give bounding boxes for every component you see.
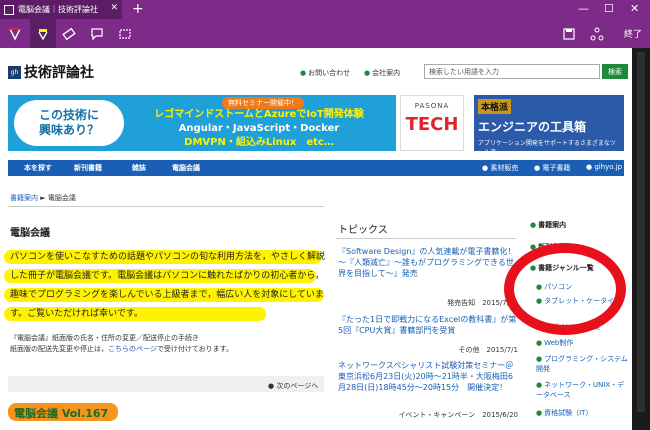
topic-link[interactable]: 『たった1日で即戦力になるExcelの教科書』が第5回『CPU大賞』書籍部門を受…	[338, 314, 518, 336]
browser-tab[interactable]: 電脳会議｜技術評論社 ✕	[0, 0, 122, 19]
genre-web[interactable]: ● Web制作	[536, 338, 630, 348]
main-nav: 本を探す 新刊書籍 雑誌 電脳会議 ● 素材販売 ● 電子書籍 ● gihyo.…	[8, 160, 624, 176]
browser-tab-bar: 電脳会議｜技術評論社 ✕ + — ☐ ✕	[0, 0, 650, 19]
nav-magazines[interactable]: 雑誌	[132, 163, 146, 173]
topic-link[interactable]: ネットワークスペシャリスト試験対策セミナー＠東京浜松6月23日(火)20時～21…	[338, 360, 518, 393]
notice-link[interactable]: こちらのページ	[108, 345, 157, 353]
contact-link[interactable]: ● お問い合わせ	[300, 68, 350, 78]
company-link[interactable]: ● 会社案内	[364, 68, 400, 78]
search-button[interactable]: 検索	[602, 64, 628, 79]
tab-title: 電脳会議｜技術評論社	[18, 5, 98, 14]
favicon-icon	[4, 4, 14, 15]
breadcrumb-current: 電脳会議	[47, 194, 76, 202]
nav-denno-kaigi[interactable]: 電脳会議	[172, 163, 200, 173]
seminar-topics: レゴマインドストームとAzureでIoT開発体験 Angular・JavaScr…	[154, 109, 364, 148]
share-icon[interactable]	[584, 19, 610, 48]
clip-icon[interactable]	[112, 19, 138, 48]
close-tab-icon[interactable]: ✕	[110, 3, 118, 13]
next-page-link[interactable]: ● 次のページへ	[268, 381, 318, 391]
genre-network[interactable]: ● ネットワーク・UNIX・データベース	[536, 380, 630, 400]
logo-mark-icon: gh	[8, 65, 21, 79]
nav-materials[interactable]: ● 素材販売	[482, 163, 518, 173]
seminar-banner[interactable]: この技術に 興味あり？ 無料セミナー開催中！ レゴマインドストームとAzureで…	[8, 95, 396, 151]
topic-meta: その他 2015/7/1	[458, 346, 518, 354]
banner-bubble: この技術に 興味あり？	[14, 100, 124, 146]
topics-heading: トピックス	[338, 225, 388, 236]
genre-programming[interactable]: ● プログラミング・システム開発	[536, 354, 630, 374]
topic-meta: イベント・キャンペーン 2015/6/20	[398, 411, 518, 419]
eraser-icon[interactable]	[56, 19, 82, 48]
logo-name: 技術評論社	[24, 65, 94, 81]
topic-link[interactable]: 『Software Design』の人気連載が電子書籍化！～『人類滅亡』～誰もが…	[338, 246, 518, 279]
delivery-notice: 『電脳会議』紙面版の氏名・住所の変更／配送停止の手続き 紙面版の配送先変更や停止…	[10, 334, 233, 353]
breadcrumb-books[interactable]: 書籍案内	[10, 194, 38, 202]
intro-text: パソコンを使いこなすための話題やパソコンの旬な利用方法を，やさしく解説した冊子が…	[10, 252, 326, 319]
genre-exam[interactable]: ● 資格試験（IT）	[536, 408, 630, 418]
pen-icon[interactable]	[2, 19, 28, 48]
site-logo[interactable]: gh 技術評論社	[8, 62, 94, 82]
search-input[interactable]: 検索したい用語を入力	[424, 64, 600, 79]
nav-ebooks[interactable]: ● 電子書籍	[534, 163, 570, 173]
sidebar-item-books[interactable]: ● 書籍案内	[530, 220, 630, 230]
close-window-icon[interactable]: ✕	[630, 3, 639, 15]
minimize-icon[interactable]: —	[578, 3, 589, 15]
new-tab-button[interactable]: +	[132, 1, 144, 17]
comment-icon[interactable]	[84, 19, 110, 48]
pasona-tech-banner[interactable]: PASONA TECH	[400, 95, 464, 151]
exit-button[interactable]: 終了	[624, 27, 642, 40]
nav-gihyo[interactable]: ● gihyo.jp	[586, 163, 622, 171]
volume-title[interactable]: 電脳会議 Vol.167	[14, 405, 108, 421]
nav-new-books[interactable]: 新刊書籍	[74, 163, 102, 173]
divider	[336, 238, 516, 239]
engineer-toolbox-banner[interactable]: 本格派 エンジニアの工具箱 アプリケーション開発をサポートするさまざまなツール達	[474, 95, 624, 156]
nav-find-books[interactable]: 本を探す	[24, 163, 52, 173]
web-note-toolbar: 終了	[0, 19, 650, 48]
breadcrumb: 書籍案内 ► 電脳会議	[10, 194, 76, 202]
save-icon[interactable]	[556, 19, 582, 48]
highlighter-icon[interactable]	[30, 19, 56, 48]
scrollbar[interactable]	[632, 48, 650, 430]
annotation-circle	[504, 243, 626, 335]
topic-meta: 発売告知 2015/7/29	[447, 299, 518, 307]
scrollbar-thumb[interactable]	[637, 52, 645, 412]
maximize-icon[interactable]: ☐	[604, 3, 614, 15]
web-page: gh 技術評論社 ● お問い合わせ ● 会社案内 検索したい用語を入力 検索 この技…	[0, 48, 632, 430]
divider	[8, 206, 324, 207]
page-title: 電脳会議	[10, 228, 50, 239]
